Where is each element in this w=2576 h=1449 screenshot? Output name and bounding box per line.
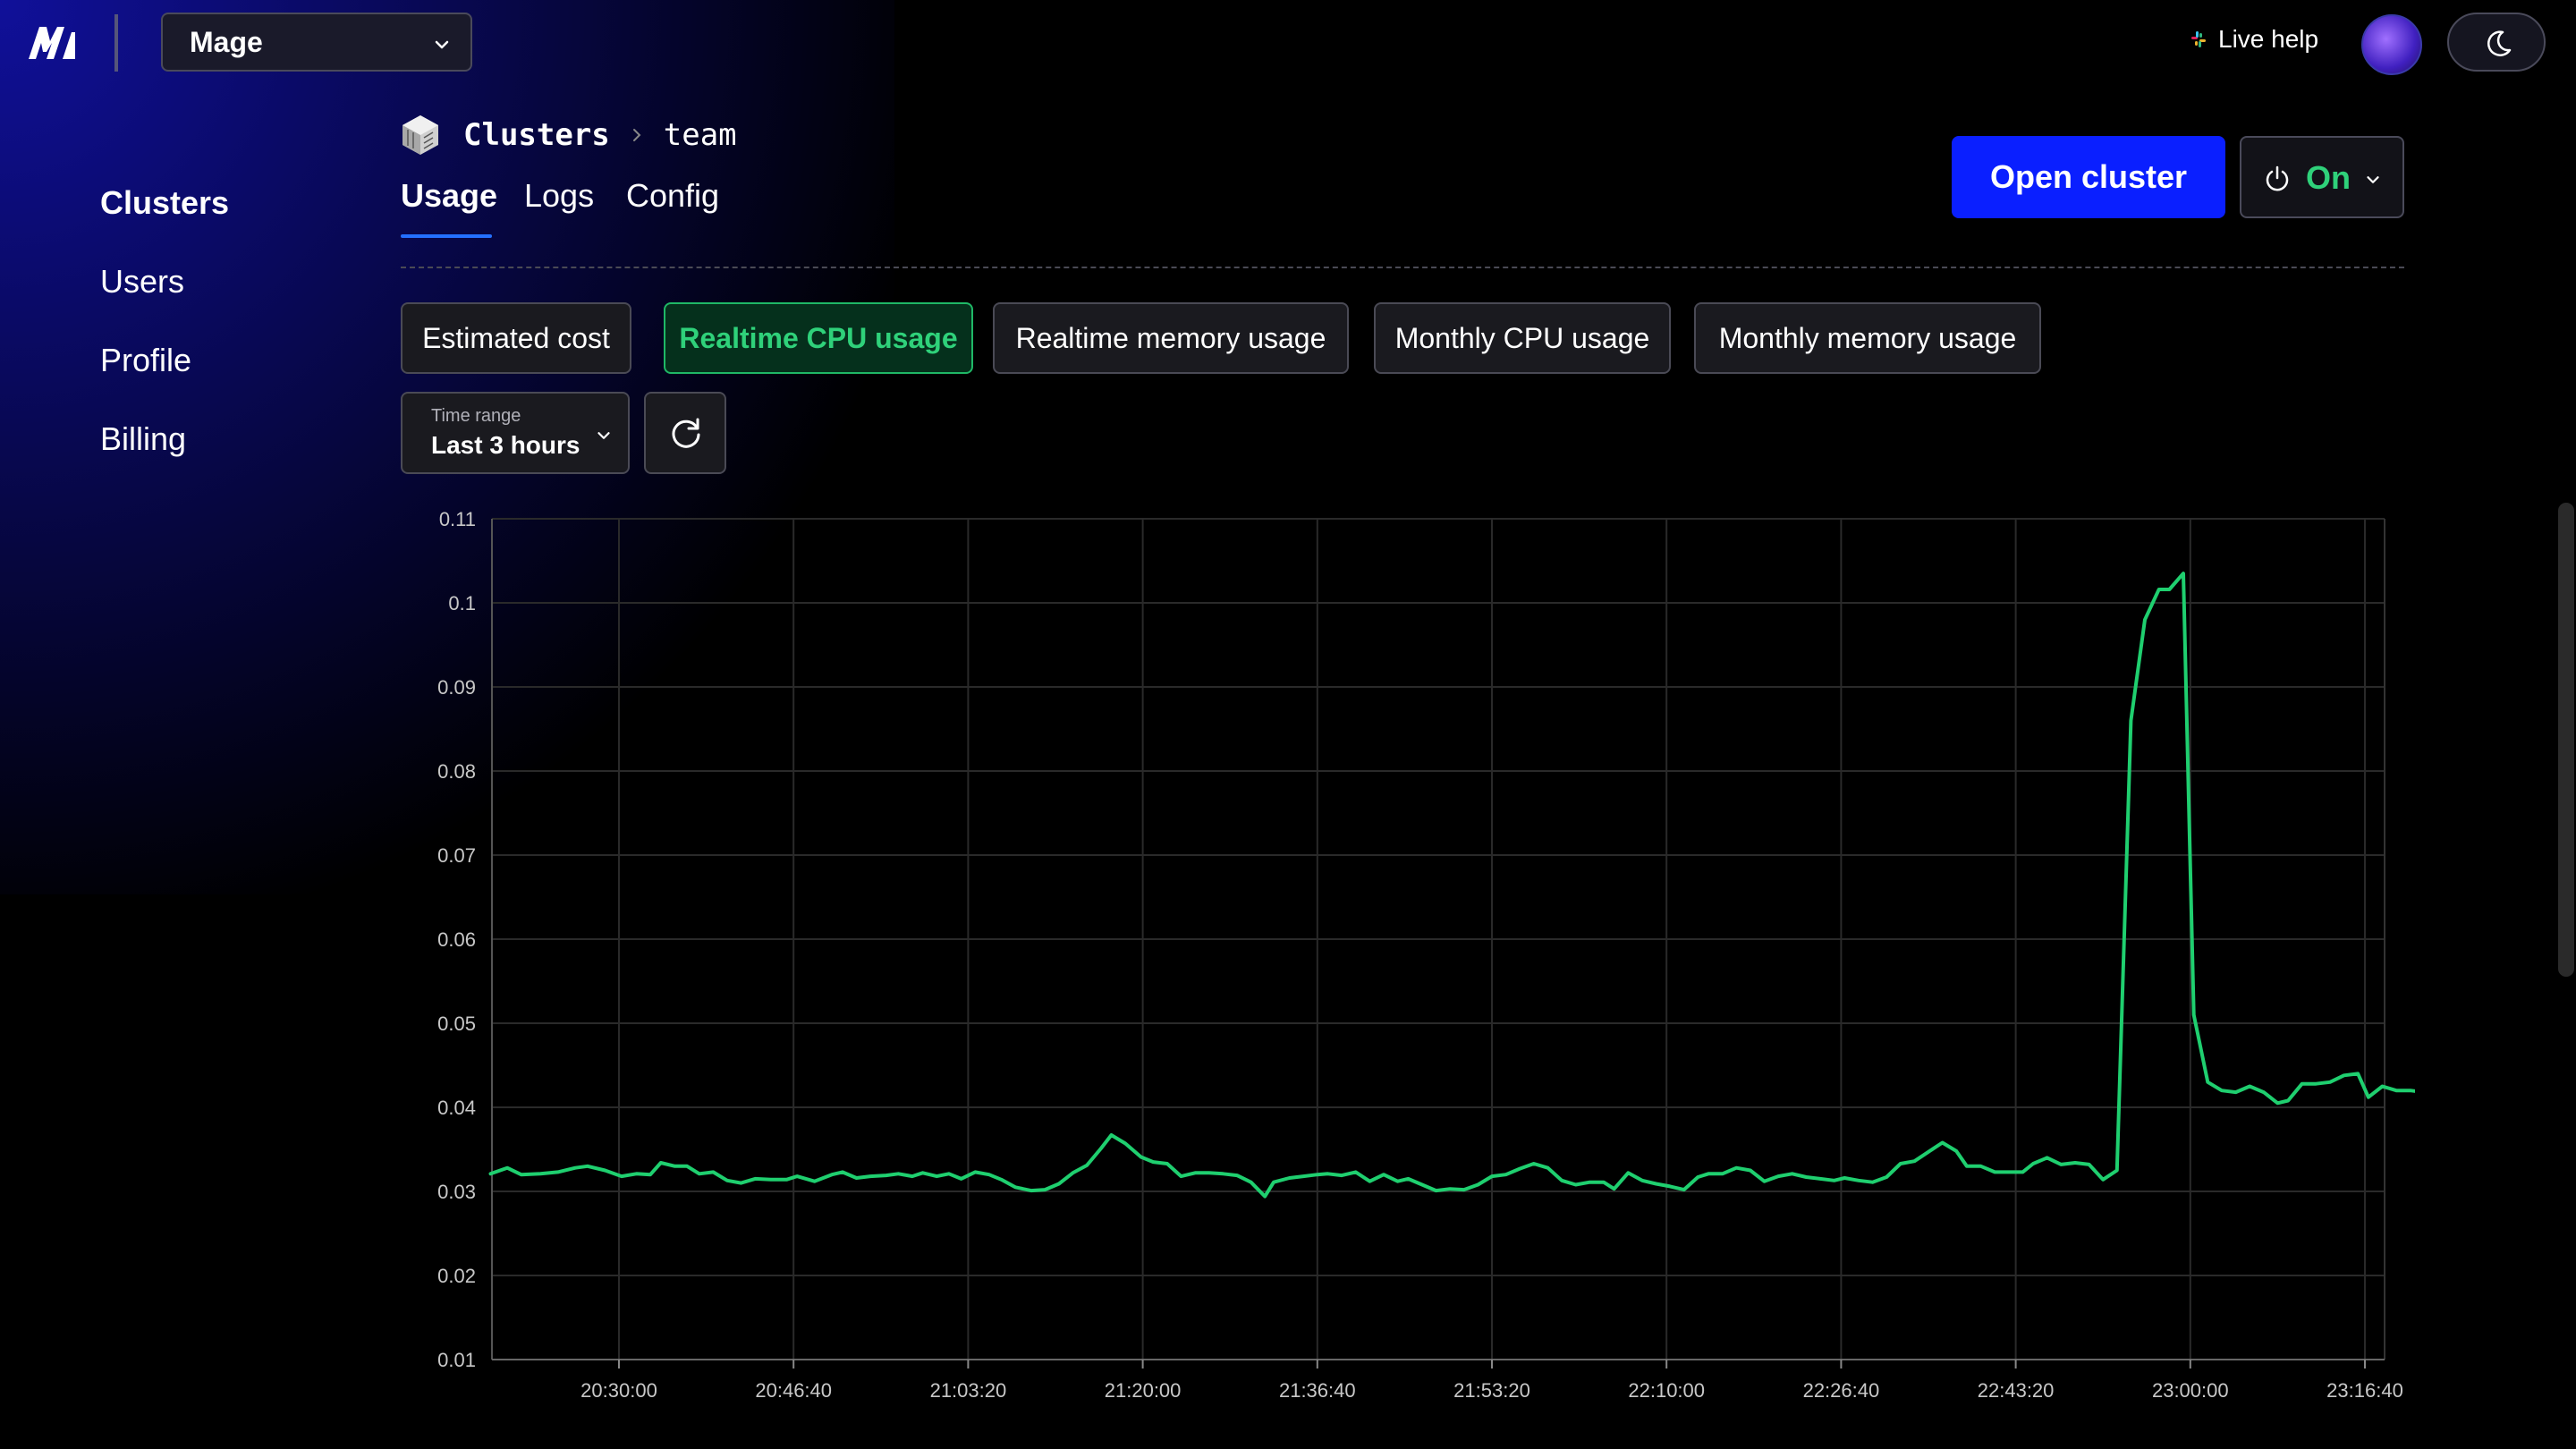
tab-logs[interactable]: Logs xyxy=(524,177,594,215)
top-header: Mage Live help xyxy=(0,0,2576,86)
moon-icon xyxy=(2487,30,2512,56)
metric-tab-monthly-memory[interactable]: Monthly memory usage xyxy=(1694,302,2041,374)
cpu-usage-chart: 0.11 0.1 0.09 0.08 0.07 0.06 0.05 0.04 0.03 0.02 0… xyxy=(437,508,2415,1402)
x-tick-label: 21:03:20 xyxy=(930,1379,1007,1402)
x-tick-label: 20:30:00 xyxy=(580,1379,657,1402)
y-axis: 0.11 0.1 0.09 0.08 0.07 0.06 0.05 0.04 0.03 0.02 0… xyxy=(437,508,476,1371)
time-range-select[interactable]: Time range Last 3 hours xyxy=(401,392,630,474)
chart-series xyxy=(488,572,2415,1199)
tab-usage[interactable]: Usage xyxy=(401,177,497,215)
page-scrollbar[interactable] xyxy=(2558,503,2574,977)
x-tick-label: 22:10:00 xyxy=(1628,1379,1705,1402)
x-tick-label: 20:46:40 xyxy=(755,1379,832,1402)
refresh-icon xyxy=(672,418,700,448)
x-tick-label: 21:20:00 xyxy=(1105,1379,1182,1402)
y-tick-label: 0.02 xyxy=(437,1265,476,1287)
y-tick-label: 0.03 xyxy=(437,1181,476,1203)
chevron-down-icon xyxy=(597,432,610,439)
chevron-right-icon xyxy=(632,129,641,141)
metric-tab-realtime-memory[interactable]: Realtime memory usage xyxy=(993,302,1349,374)
sidebar-item-billing[interactable]: Billing xyxy=(100,420,186,458)
breadcrumb: Clusters team xyxy=(401,111,737,159)
active-tab-indicator xyxy=(401,234,492,238)
power-icon xyxy=(2266,165,2289,191)
y-tick-label: 0.06 xyxy=(437,928,476,951)
metric-tab-monthly-cpu[interactable]: Monthly CPU usage xyxy=(1374,302,1671,374)
y-tick-label: 0.01 xyxy=(437,1349,476,1371)
y-tick-label: 0.07 xyxy=(437,844,476,867)
power-state-label: On xyxy=(2306,159,2351,196)
theme-toggle[interactable] xyxy=(2447,13,2546,72)
project-select-value: Mage xyxy=(190,25,263,58)
metric-tab-realtime-cpu[interactable]: Realtime CPU usage xyxy=(664,302,973,374)
x-tick-label: 23:00:00 xyxy=(2152,1379,2229,1402)
live-help-link[interactable]: Live help xyxy=(2188,25,2318,54)
sidebar-item-users[interactable]: Users xyxy=(100,263,184,301)
y-tick-label: 0.1 xyxy=(448,592,476,614)
slack-icon xyxy=(2191,31,2206,47)
x-tick-label: 22:26:40 xyxy=(1803,1379,1880,1402)
metric-tab-estimated-cost[interactable]: Estimated cost xyxy=(401,302,631,374)
section-divider xyxy=(401,267,2404,268)
chevron-down-icon xyxy=(2367,176,2379,183)
time-range-value: Last 3 hours xyxy=(431,431,580,459)
refresh-button[interactable] xyxy=(644,392,726,474)
tab-config[interactable]: Config xyxy=(626,177,719,215)
x-tick-label: 22:43:20 xyxy=(1978,1379,2055,1402)
open-cluster-button[interactable]: Open cluster xyxy=(1952,136,2225,218)
mage-logo-icon[interactable] xyxy=(27,25,75,61)
cube-icon xyxy=(402,115,438,155)
breadcrumb-clusters[interactable]: Clusters xyxy=(463,117,610,153)
header-divider xyxy=(114,14,118,72)
project-select[interactable]: Mage xyxy=(161,13,472,72)
breadcrumb-current: team xyxy=(663,117,737,153)
x-tick-label: 21:53:20 xyxy=(1453,1379,1530,1402)
live-help-label: Live help xyxy=(2218,25,2319,53)
x-tick-label: 23:16:40 xyxy=(2326,1379,2403,1402)
power-state-dropdown[interactable]: On xyxy=(2240,136,2404,218)
y-tick-label: 0.08 xyxy=(437,760,476,783)
sidebar-item-clusters[interactable]: Clusters xyxy=(100,184,229,222)
y-tick-label: 0.05 xyxy=(437,1013,476,1035)
time-range-label: Time range xyxy=(431,406,521,426)
chart-grid xyxy=(491,518,2385,1360)
y-tick-label: 0.09 xyxy=(437,676,476,699)
chevron-down-icon xyxy=(435,40,449,49)
y-tick-label: 0.04 xyxy=(437,1097,476,1119)
sidebar-item-profile[interactable]: Profile xyxy=(100,342,191,379)
cpu-usage-line xyxy=(488,572,2415,1199)
y-tick-label: 0.11 xyxy=(439,508,476,530)
x-axis: 20:30:00 20:46:40 21:03:20 21:20:00 21:36:40… xyxy=(580,1360,2403,1402)
user-avatar[interactable] xyxy=(2361,14,2422,75)
x-tick-label: 21:36:40 xyxy=(1279,1379,1356,1402)
